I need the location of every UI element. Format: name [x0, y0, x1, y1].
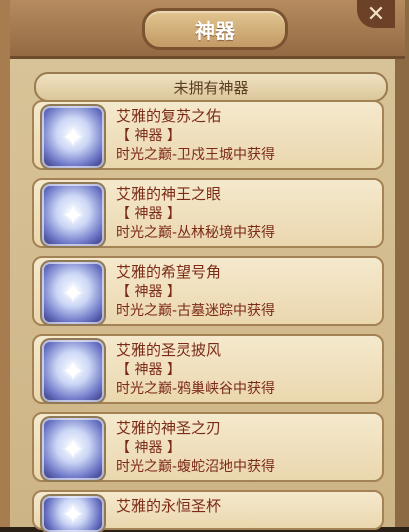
item-tag: 【 神器 】 [116, 206, 181, 222]
list-item[interactable]: ✦ 艾雅的神王之眼 【 神器 】 时光之巅-丛林秘境中获得 [32, 178, 384, 248]
item-source: 时光之巅-蝮蛇沼地中获得 [116, 459, 276, 475]
item-name: 艾雅的圣灵披风 [116, 341, 222, 359]
list-item[interactable]: ✦ 艾雅的希望号角 【 神器 】 时光之巅-古墓迷踪中获得 [32, 256, 384, 326]
list-item[interactable]: ✦ 艾雅的永恒圣杯 [32, 490, 384, 532]
close-icon[interactable]: ✕ [367, 2, 385, 27]
item-name: 艾雅的复苏之佑 [116, 107, 222, 125]
close-button[interactable]: ✕ [357, 0, 395, 28]
horn-icon[interactable]: ✦ [42, 262, 104, 324]
page-title: 神器 [195, 18, 235, 43]
blade-icon[interactable]: ✦ [42, 418, 104, 480]
item-tag: 【 神器 】 [116, 362, 181, 378]
item-name: 艾雅的神圣之刃 [116, 419, 222, 437]
eye-crest-icon[interactable]: ✦ [42, 184, 104, 246]
item-tag: 【 神器 】 [116, 440, 181, 456]
section-label: 未拥有神器 [173, 78, 249, 97]
list-item[interactable]: ✦ 艾雅的圣灵披风 【 神器 】 时光之巅-鸦巢峡谷中获得 [32, 334, 384, 404]
list-item[interactable]: ✦ 艾雅的神圣之刃 【 神器 】 时光之巅-蝮蛇沼地中获得 [32, 412, 384, 482]
item-name: 艾雅的永恒圣杯 [116, 497, 222, 515]
list-item[interactable]: ✦ 艾雅的复苏之佑 【 神器 】 时光之巅-卫戍王城中获得 [32, 100, 384, 170]
title-plate: 神器 [142, 8, 288, 50]
artifact-panel: 神器 ✕ 未拥有神器 ✦ 艾雅的复苏之佑 【 神器 】 时光之巅-卫戍王城中获得… [0, 0, 409, 532]
item-source: 时光之巅-古墓迷踪中获得 [116, 303, 276, 319]
item-name: 艾雅的希望号角 [116, 263, 222, 281]
item-source: 时光之巅-鸦巢峡谷中获得 [116, 381, 276, 397]
item-source: 时光之巅-丛林秘境中获得 [116, 225, 276, 241]
item-tag: 【 神器 】 [116, 128, 181, 144]
cape-icon[interactable]: ✦ [42, 340, 104, 402]
item-tag: 【 神器 】 [116, 284, 181, 300]
section-header-unowned: 未拥有神器 [34, 72, 388, 102]
item-name: 艾雅的神王之眼 [116, 185, 222, 203]
item-source: 时光之巅-卫戍王城中获得 [116, 147, 276, 163]
wing-chest-icon[interactable]: ✦ [42, 106, 104, 168]
